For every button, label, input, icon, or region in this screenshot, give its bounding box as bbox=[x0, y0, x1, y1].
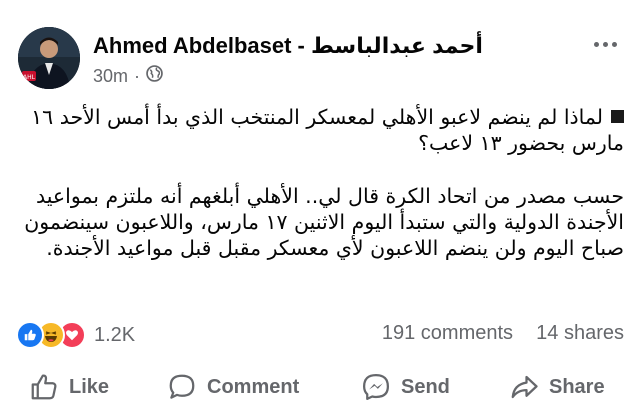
post-meta: 30m · bbox=[93, 65, 163, 87]
share-label: Share bbox=[549, 375, 605, 398]
globe-icon[interactable] bbox=[146, 65, 163, 87]
send-label: Send bbox=[401, 375, 450, 398]
post-stats: 1.2K 191 comments 14 shares bbox=[0, 312, 640, 352]
reactions-summary[interactable]: 1.2K bbox=[16, 321, 135, 349]
comment-bubble-icon bbox=[169, 374, 195, 399]
like-button[interactable]: Like bbox=[29, 371, 109, 403]
avatar[interactable]: AHL bbox=[18, 27, 80, 89]
share-button[interactable]: Share bbox=[509, 371, 605, 403]
author-name[interactable]: Ahmed Abdelbaset - أحمد عبدالباسط bbox=[93, 33, 483, 59]
post-actions: Like Comment Send Share bbox=[0, 362, 640, 411]
more-dot bbox=[594, 41, 599, 47]
post-body: لماذا لم ينضم لاعبو الأهلي لمعسكر المنتخ… bbox=[18, 104, 624, 261]
like-label: Like bbox=[69, 375, 110, 398]
post-header: AHL Ahmed Abdelbaset - أحمد عبدالباسط 30… bbox=[0, 0, 640, 95]
comments-count[interactable]: 191 comments bbox=[382, 322, 513, 344]
post-time[interactable]: 30m bbox=[93, 66, 128, 87]
more-options-button[interactable] bbox=[594, 38, 624, 50]
reactions-count[interactable]: 1.2K bbox=[94, 324, 135, 347]
post-paragraph-2: حسب مصدر من اتحاد الكرة قال لي.. الأهلي … bbox=[24, 183, 624, 261]
messenger-icon bbox=[363, 374, 389, 400]
post-paragraph-1-text: لماذا لم ينضم لاعبو الأهلي لمعسكر المنتخ… bbox=[31, 105, 624, 156]
bullet-square-icon bbox=[611, 110, 624, 123]
meta-separator: · bbox=[134, 65, 141, 86]
shares-count[interactable]: 14 shares bbox=[536, 322, 624, 344]
comment-label: Comment bbox=[207, 375, 300, 398]
thumbs-up-icon bbox=[31, 374, 57, 400]
more-dot bbox=[612, 41, 617, 47]
stats-right: 191 comments 14 shares bbox=[382, 322, 624, 345]
comment-button[interactable]: Comment bbox=[167, 371, 299, 403]
send-button[interactable]: Send bbox=[361, 371, 450, 403]
like-icon bbox=[16, 321, 44, 349]
avatar-badge-text: AHL bbox=[23, 74, 36, 81]
share-arrow-icon bbox=[511, 375, 538, 399]
post-paragraph-1: لماذا لم ينضم لاعبو الأهلي لمعسكر المنتخ… bbox=[18, 104, 624, 157]
more-dot bbox=[603, 41, 608, 47]
